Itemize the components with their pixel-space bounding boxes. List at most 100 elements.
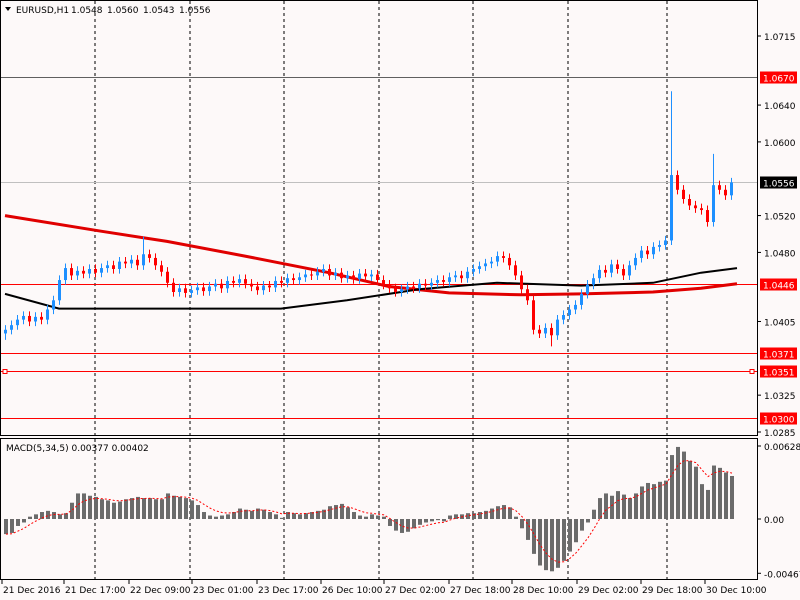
candle-body — [268, 285, 271, 288]
macd-bar — [358, 515, 362, 519]
candle — [340, 268, 343, 283]
candle-body — [4, 329, 7, 334]
macd-bar — [22, 519, 26, 523]
macd-bar — [568, 519, 572, 552]
candle-body — [430, 282, 433, 286]
candle-body — [10, 325, 13, 330]
macd-bar — [268, 512, 272, 519]
price-tick-label: 1.0600 — [764, 139, 796, 149]
macd-bar — [646, 482, 650, 519]
candle — [346, 270, 349, 283]
macd-bar — [142, 498, 146, 519]
candle-body — [226, 280, 229, 289]
macd-bar — [250, 510, 254, 519]
time-label: 21 Dec 17:00 — [65, 586, 126, 596]
ohlc-open: 1.0548 — [71, 6, 103, 16]
time-label: 29 Dec 02:00 — [578, 586, 639, 596]
price-chart[interactable]: 1.0715 1.0640 1.0600 1.0520 1.0480 1.0405 1.03… — [0, 0, 800, 600]
candle — [268, 280, 271, 293]
candle — [478, 261, 481, 274]
candle-body — [496, 256, 499, 262]
candle-body — [40, 316, 43, 320]
candle-body — [502, 256, 505, 258]
candle-body — [22, 315, 25, 320]
level-label: 1.0556 — [763, 180, 795, 190]
candle-body — [382, 280, 385, 285]
macd-bar — [550, 519, 554, 572]
candle-body — [184, 288, 187, 293]
macd-bar — [418, 519, 422, 525]
candle — [178, 283, 181, 297]
candle — [598, 265, 601, 283]
dropdown-triangle-icon[interactable] — [5, 7, 11, 11]
symbol-label: EURUSD,H1 — [16, 6, 69, 16]
candle — [490, 257, 493, 269]
candle — [526, 284, 529, 305]
macd-bar — [406, 519, 410, 532]
candle — [592, 273, 595, 290]
candle — [82, 266, 85, 279]
candle — [256, 281, 259, 295]
macd-bar — [52, 512, 56, 519]
time-label: 27 Dec 02:00 — [385, 586, 446, 596]
time-label: 26 Dec 10:00 — [322, 586, 383, 596]
macd-bar — [136, 496, 140, 519]
candle-body — [580, 293, 583, 305]
candle-body — [292, 278, 295, 281]
macd-bar — [538, 519, 542, 566]
macd-bar — [304, 513, 308, 519]
candle-body — [454, 275, 457, 278]
candle-body — [628, 265, 631, 276]
candle-body — [250, 283, 253, 287]
candle-body — [334, 272, 337, 276]
candle — [544, 323, 547, 339]
candle-body — [142, 254, 145, 266]
candle — [724, 185, 727, 200]
candle — [604, 265, 607, 278]
macd-bar — [172, 495, 176, 519]
ohlc-low: 1.0543 — [143, 6, 175, 16]
macd-bar — [46, 510, 50, 519]
candle-body — [262, 285, 265, 291]
macd-bar — [448, 515, 452, 519]
candle — [610, 259, 613, 278]
macd-tick-label: -0.00467 — [764, 570, 800, 580]
macd-bar — [490, 508, 494, 519]
candle — [382, 275, 385, 290]
candle — [334, 268, 337, 281]
macd-bar — [160, 499, 164, 519]
time-label: 22 Dec 09:00 — [130, 586, 191, 596]
candle-body — [214, 283, 217, 287]
macd-bar — [196, 505, 200, 519]
macd-bar — [214, 516, 218, 519]
candle — [160, 260, 163, 277]
candle — [46, 304, 49, 325]
candle — [250, 279, 253, 292]
candle-body — [376, 274, 379, 281]
candle-body — [634, 257, 637, 266]
candle-body — [610, 264, 613, 273]
candle — [646, 245, 649, 259]
candle-body — [130, 259, 133, 264]
macd-bar — [604, 493, 608, 519]
candle — [556, 315, 559, 340]
level-handle-icon[interactable] — [749, 369, 755, 374]
macd-bar — [280, 517, 284, 519]
candle-body — [88, 268, 91, 274]
macd-bar — [670, 455, 674, 519]
header: EURUSD,H1 1.0548 1.0560 1.0543 1.0556 MA… — [5, 6, 211, 454]
price-tick-label: 1.0520 — [764, 213, 796, 223]
macd-bar — [562, 519, 566, 561]
level-handle-icon[interactable] — [2, 369, 8, 374]
candle-body — [202, 287, 205, 292]
candle — [4, 325, 7, 340]
macd-bar — [148, 498, 152, 519]
candle-body — [586, 284, 589, 294]
candle — [94, 264, 97, 278]
candle — [34, 312, 37, 327]
candle-body — [16, 319, 19, 326]
macd-bar — [682, 451, 686, 519]
candle — [76, 266, 79, 281]
candle — [358, 268, 361, 284]
candle-body — [34, 316, 37, 322]
